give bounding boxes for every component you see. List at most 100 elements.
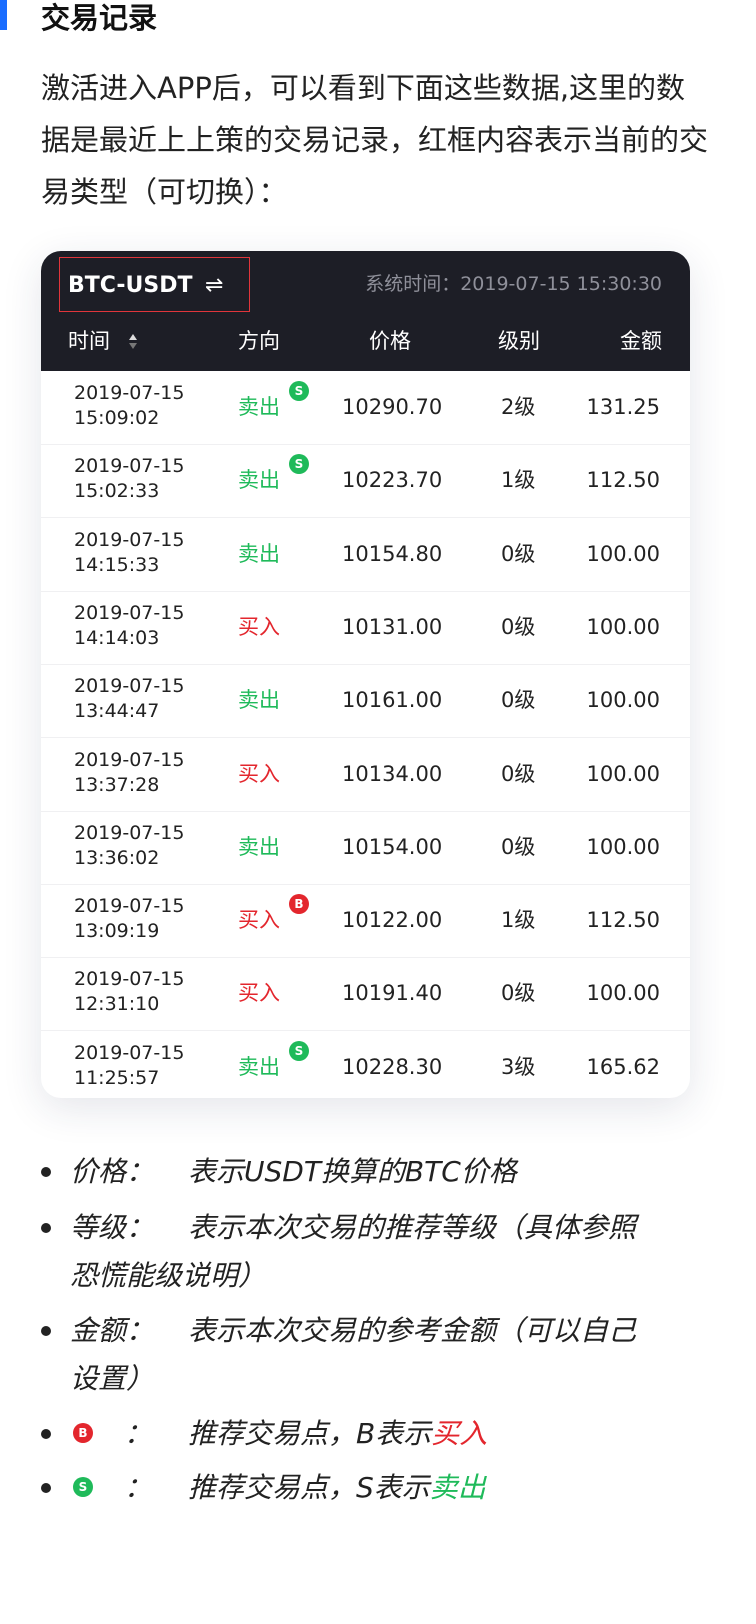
row-level: 0级 [501, 981, 536, 1006]
buy-highlight: 买入 [431, 1417, 488, 1450]
row-time: 14:14:03 [74, 626, 160, 649]
sort-icon[interactable] [129, 325, 139, 357]
note-desc-text: 推荐交易点，B表示 [188, 1417, 432, 1450]
card-header: BTC-USDT ⇌ 系统时间：2019-07-15 15:30:30 时间 方… [41, 251, 690, 371]
trading-pair-label[interactable]: BTC-USDT [68, 271, 193, 301]
row-datetime: 2019-07-15 15:09:02 [74, 381, 184, 431]
row-datetime: 2019-07-15 14:14:03 [74, 601, 184, 651]
row-datetime: 2019-07-15 13:36:02 [74, 821, 184, 871]
intro-paragraph: 激活进入APP后，可以看到下面这些数据,这里的数据是最近上上策的交易记录，红框内… [41, 71, 709, 209]
row-date: 2019-07-15 [74, 1041, 185, 1064]
row-price: 10131.00 [342, 614, 443, 639]
row-amount: 100.00 [586, 541, 660, 566]
row-time: 13:44:47 [74, 700, 160, 723]
column-headers: 时间 方向 价格 级别 金额 [41, 325, 690, 357]
row-amount: 165.62 [586, 1054, 660, 1079]
swap-icon[interactable]: ⇌ [205, 273, 223, 299]
row-level: 0级 [501, 761, 536, 786]
row-price: 10122.00 [342, 908, 443, 933]
row-amount: 100.00 [586, 761, 660, 786]
row-date: 2019-07-15 [74, 382, 185, 404]
row-datetime: 2019-07-15 13:37:28 [74, 748, 184, 798]
row-price: 10290.70 [342, 395, 443, 419]
note-desc-text: 推荐交易点，S表示 [188, 1471, 430, 1504]
row-level: 1级 [501, 468, 536, 493]
row-direction: 卖出 [238, 834, 280, 859]
row-datetime: 2019-07-15 13:09:19 [74, 894, 184, 944]
row-level: 0级 [501, 541, 536, 566]
note-desc-cont: 恐慌能级说明） [70, 1259, 267, 1292]
row-price: 10154.00 [342, 834, 443, 859]
row-time: 14:15:33 [74, 553, 160, 576]
buy-badge-icon: B [289, 894, 309, 915]
table-row[interactable]: 2019-07-15 13:09:19 买入 B 10122.00 1级 112.50 [41, 884, 690, 959]
row-amount: 131.25 [586, 395, 660, 419]
note-colon: ： [124, 1417, 153, 1450]
row-direction: 卖出 [238, 688, 280, 713]
row-time: 13:37:28 [74, 773, 160, 796]
sell-badge-icon: S [73, 1477, 93, 1497]
row-date: 2019-07-15 [74, 528, 185, 551]
row-date: 2019-07-15 [74, 748, 185, 771]
note-desc-cont: 设置） [70, 1362, 155, 1395]
row-level: 1级 [501, 908, 536, 933]
row-direction: 买入 [238, 981, 280, 1006]
row-date: 2019-07-15 [74, 968, 185, 991]
bullet-dot [41, 1483, 51, 1493]
column-level: 级别 [498, 329, 540, 353]
table-row[interactable]: 2019-07-15 13:36:02 卖出 10154.00 0级 100.00 [41, 811, 690, 885]
sell-badge-icon: S [289, 454, 309, 475]
column-direction: 方向 [238, 329, 280, 353]
table-row[interactable]: 2019-07-15 13:37:28 买入 10134.00 0级 100.00 [41, 738, 690, 812]
row-direction: 买入 [238, 761, 280, 786]
row-level: 0级 [501, 688, 536, 713]
title-accent-bar [0, 0, 7, 30]
row-time: 15:09:02 [74, 407, 160, 429]
row-date: 2019-07-15 [74, 821, 185, 844]
note-term: 价格： [70, 1155, 155, 1188]
sell-highlight: 卖出 [429, 1471, 486, 1504]
row-direction: 卖出 [238, 468, 280, 493]
note-desc: 表示本次交易的推荐等级（具体参照 [188, 1211, 637, 1244]
row-time: 11:25:57 [74, 1066, 160, 1089]
table-row[interactable]: 2019-07-15 15:09:02 卖出 S 10290.70 2级 131.25 [41, 371, 690, 445]
table-row[interactable]: 2019-07-15 14:14:03 买入 10131.00 0级 100.00 [41, 591, 690, 665]
bullet-dot [41, 1223, 51, 1233]
row-amount: 100.00 [586, 981, 660, 1006]
row-datetime: 2019-07-15 11:25:57 [74, 1041, 184, 1091]
sell-badge-icon: S [289, 381, 309, 401]
row-level: 0级 [501, 834, 536, 859]
bullet-dot [41, 1326, 51, 1336]
row-amount: 112.50 [586, 468, 660, 493]
note-colon: ： [124, 1471, 153, 1504]
row-price: 10161.00 [342, 688, 443, 713]
row-amount: 100.00 [586, 614, 660, 639]
row-time: 13:09:19 [74, 920, 160, 943]
table-row[interactable]: 2019-07-15 13:44:47 卖出 10161.00 0级 100.00 [41, 664, 690, 739]
row-price: 10191.40 [342, 981, 443, 1006]
row-direction: 买入 [238, 614, 280, 639]
system-time: 系统时间：2019-07-15 15:30:30 [365, 273, 662, 295]
row-date: 2019-07-15 [74, 675, 185, 698]
note-desc: 推荐交易点，S表示卖出 [188, 1464, 688, 1512]
row-datetime: 2019-07-15 14:15:33 [74, 528, 184, 578]
table-row[interactable]: 2019-07-15 14:15:33 卖出 10154.80 0级 100.00 [41, 518, 690, 592]
row-level: 2级 [501, 395, 536, 419]
column-time[interactable]: 时间 [68, 325, 110, 357]
row-level: 3级 [501, 1054, 536, 1079]
table-row[interactable]: 2019-07-15 11:25:57 卖出 S 10228.30 3级 165.62 [41, 1031, 690, 1098]
bullet-dot [41, 1167, 51, 1177]
table-row[interactable]: 2019-07-15 15:02:33 卖出 S 10223.70 1级 112.50 [41, 444, 690, 519]
note-desc: 表示本次交易的参考金额（可以自己 [188, 1314, 637, 1347]
row-amount: 100.00 [586, 688, 660, 713]
row-price: 10228.30 [342, 1054, 443, 1079]
row-time: 12:31:10 [74, 993, 160, 1016]
row-amount: 112.50 [586, 908, 660, 933]
note-term: 金额： [70, 1314, 155, 1347]
trade-record-card: BTC-USDT ⇌ 系统时间：2019-07-15 15:30:30 时间 方… [41, 251, 690, 1098]
sell-badge-icon: S [289, 1040, 309, 1061]
row-datetime: 2019-07-15 15:02:33 [74, 454, 184, 504]
column-price: 价格 [369, 329, 411, 353]
row-level: 0级 [501, 614, 536, 639]
table-row[interactable]: 2019-07-15 12:31:10 买入 10191.40 0级 100.00 [41, 957, 690, 1032]
